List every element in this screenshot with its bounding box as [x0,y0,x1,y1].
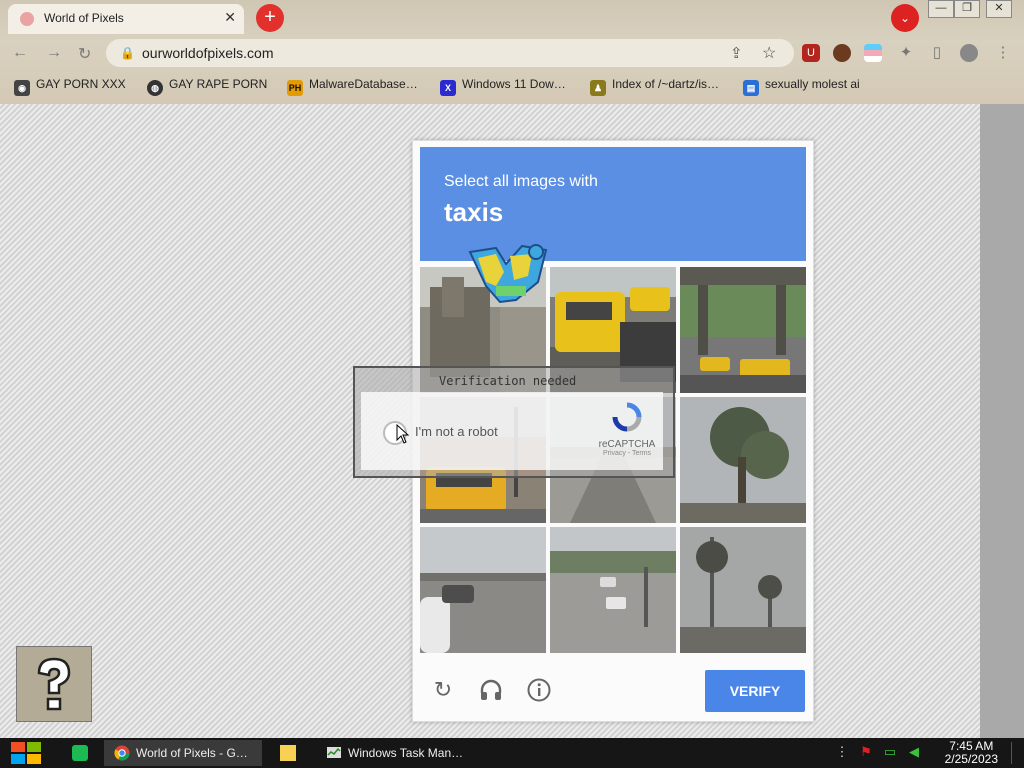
reload-icon[interactable]: ↻ [430,677,456,703]
browser-tab[interactable]: World of Pixels ✕ [8,4,244,34]
bookmark-item[interactable]: ♟ Index of /~dartz/is… [590,77,719,96]
task-manager-icon [327,747,341,758]
new-tab-button[interactable]: + [256,4,284,32]
captcha-footer: ↻ VERIFY [413,661,813,721]
headphones-icon[interactable] [478,677,504,703]
flag-extension-icon[interactable] [864,44,882,62]
globe-icon: ◍ [147,80,163,96]
taskbar-item-chrome[interactable]: World of Pixels - G… [104,740,262,766]
verify-button[interactable]: VERIFY [705,670,805,712]
captcha-tile[interactable] [550,527,676,653]
profile-avatar-icon[interactable] [960,44,978,62]
address-bar[interactable]: 🔒 ourworldofpixels.com ⇪ ☆ [106,39,794,67]
action-center-flag-icon[interactable]: ⚑ [858,744,874,760]
share-icon[interactable]: ⇪ [730,44,743,62]
help-question-icon[interactable] [16,646,92,722]
browser-chrome: World of Pixels ✕ + ⌄ — ❐ ✕ ← → ↻ 🔒 ourw… [0,0,1024,104]
taskbar-file-explorer[interactable] [274,740,302,766]
captcha-tile[interactable] [680,527,806,653]
mouse-cursor-icon [396,424,410,444]
x-icon: X [440,80,456,96]
bookmark-item[interactable]: ▤ sexually molest ai [743,77,860,96]
doc-icon: ▤ [743,80,759,96]
close-window-button[interactable]: ✕ [986,0,1012,18]
restore-button[interactable]: ❐ [954,0,980,18]
side-panel-icon[interactable]: ▯ [928,44,946,62]
recaptcha-brand: reCAPTCHA [598,439,656,450]
folder-person-icon: ♟ [590,80,606,96]
bookmark-item[interactable]: X Windows 11 Dow… [440,77,566,96]
captcha-tile[interactable] [680,267,806,393]
bookmark-item[interactable]: PH MalwareDatabase… [287,77,418,96]
reload-page-icon[interactable]: ↻ [78,44,91,64]
recaptcha-logo-icon [612,402,642,432]
discord-icon: ◉ [14,80,30,96]
network-icon[interactable]: ▭ [882,744,898,760]
verification-dialog[interactable]: Verification needed I'm not a robot reCA… [353,366,675,478]
folder-icon [280,745,296,761]
world-of-pixels-logo [468,244,548,304]
back-arrow-icon[interactable]: ← [12,44,28,62]
forward-arrow-icon[interactable]: → [46,44,62,62]
tab-title: World of Pixels [44,11,124,25]
green-app-icon [72,745,88,761]
lock-icon: 🔒 [120,46,135,60]
kebab-menu-icon[interactable]: ⋮ [994,44,1012,62]
show-desktop-button[interactable] [1011,742,1016,764]
captcha-target: taxis [444,197,504,227]
taskbar-app-green[interactable] [66,740,94,766]
avatar-extension-icon[interactable] [833,44,851,62]
captcha-tile[interactable] [680,397,806,523]
bookmark-item[interactable]: ◍ GAY RAPE PORN [147,77,267,96]
taskbar-item-task-manager[interactable]: Windows Task Man… [316,740,476,766]
system-clock[interactable]: 7:45 AM 2/25/2023 [945,740,998,766]
url-text[interactable]: ourworldofpixels.com [142,45,274,61]
recaptcha-badge: reCAPTCHA Privacy - Terms [597,402,657,457]
chrome-icon [114,745,130,761]
ublock-extension-icon[interactable]: U [802,44,820,62]
checkbox-label: I'm not a robot [415,424,498,439]
page-side-strip [980,104,1024,738]
ph-icon: PH [287,80,303,96]
tray-overflow-icon[interactable]: ⋮ [834,744,850,760]
tab-search-button[interactable]: ⌄ [891,4,919,32]
captcha-instruction: Select all images with [444,173,598,190]
captcha-tile[interactable] [420,527,546,653]
bookmark-item[interactable]: ◉ GAY PORN XXX [14,77,126,96]
tab-favicon-icon [20,12,34,26]
clock-date: 2/25/2023 [944,752,998,766]
start-windows-icon[interactable] [10,741,42,765]
recaptcha-links: Privacy - Terms [602,450,652,457]
bookmark-star-icon[interactable]: ☆ [762,43,776,63]
dialog-title: Verification needed [439,374,577,388]
volume-icon[interactable]: ◀ [906,744,922,760]
puzzle-extensions-icon[interactable]: ✦ [897,44,915,62]
info-icon[interactable] [526,677,552,703]
tab-close-icon[interactable]: ✕ [224,9,236,26]
minimize-button[interactable]: — [928,0,954,18]
bookmarks-bar: ◉ GAY PORN XXX ◍ GAY RAPE PORN PH MalwareDa… [0,73,1024,97]
